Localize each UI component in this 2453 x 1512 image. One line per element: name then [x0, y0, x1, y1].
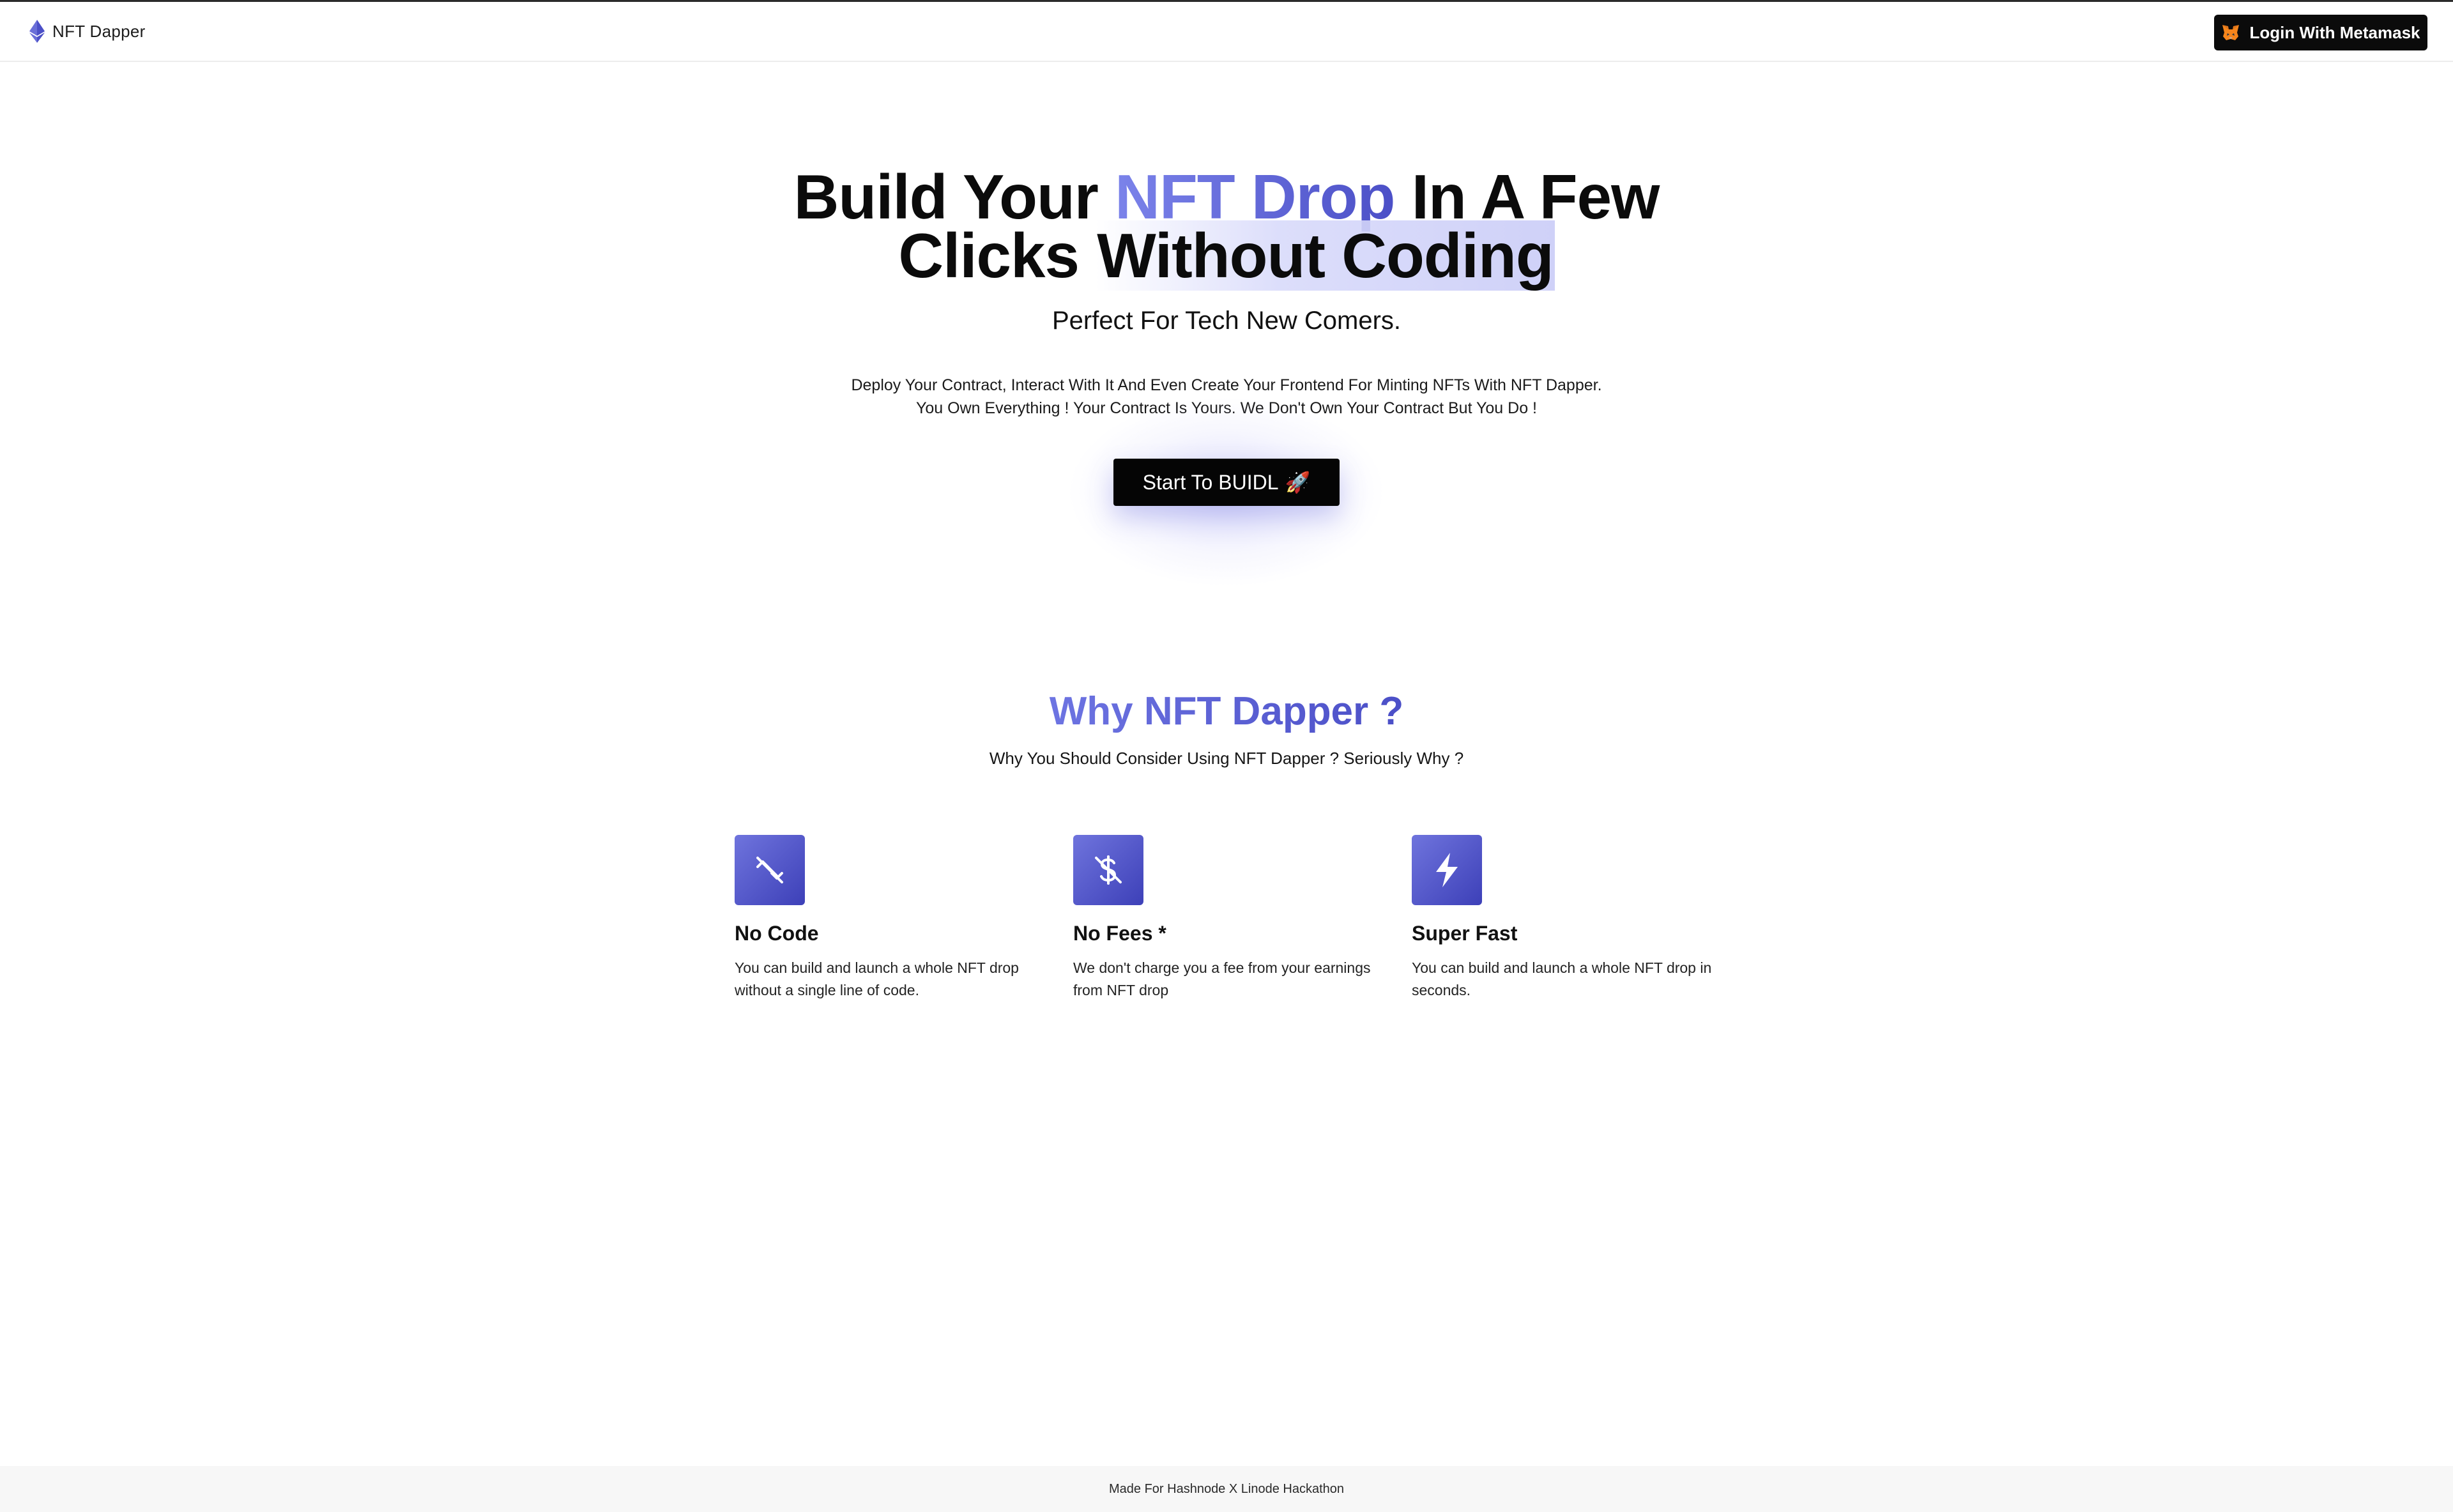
hero-title: Build Your NFT Drop In A Few Clicks Witho… [0, 165, 2453, 291]
navbar: NFT Dapper Login With Metamask [0, 2, 2453, 62]
footer-text: Made For Hashnode X Linode Hackathon [1108, 1481, 1344, 1496]
cta-label: Start To BUIDL [1142, 470, 1279, 494]
footer: Made For Hashnode X Linode Hackathon [0, 1466, 2453, 1512]
login-with-metamask-button[interactable]: Login With Metamask [2214, 15, 2427, 50]
hero-subtitle: Perfect For Tech New Comers. [1051, 307, 1402, 335]
hero-title-part3: Clicks [898, 220, 1096, 291]
why-section-title: Why NFT Dapper ? [0, 689, 2453, 734]
feature-card: No Code You can build and launch a whole… [735, 835, 1041, 1002]
page: NFT Dapper Login With Metamask Build You… [0, 0, 2453, 1512]
feature-description: You can build and launch a whole NFT dro… [1412, 959, 1712, 998]
start-to-buidl-button[interactable]: Start To BUIDL 🚀 [1113, 459, 1340, 506]
rocket-icon: 🚀 [1285, 471, 1311, 494]
feature-card: Super Fast You can build and launch a wh… [1412, 835, 1718, 1002]
brand-name: NFT Dapper [52, 21, 146, 41]
no-code-icon [735, 835, 805, 905]
login-label: Login With Metamask [2249, 22, 2420, 42]
feature-title: No Fees * [1073, 922, 1166, 945]
ethereum-icon [29, 20, 45, 43]
brand-link[interactable]: NFT Dapper [29, 20, 146, 43]
lightning-icon [1412, 835, 1482, 905]
hero-description-line1: Deploy Your Contract, Interact With It A… [851, 376, 1602, 394]
feature-description: We don't charge you a fee from your earn… [1073, 959, 1371, 998]
feature-card: No Fees * We don't charge you a fee from… [1073, 835, 1380, 1002]
feature-title: No Code [735, 922, 819, 945]
feature-title: Super Fast [1412, 922, 1518, 945]
why-title: Why NFT Dapper ? [1049, 689, 1404, 733]
hero-title-highlight: Without Coding [1096, 220, 1555, 291]
no-fees-icon [1073, 835, 1143, 905]
why-subtitle: Why You Should Consider Using NFT Dapper… [989, 749, 1464, 768]
metamask-fox-icon [2221, 24, 2240, 42]
feature-description: You can build and launch a whole NFT dro… [735, 959, 1019, 998]
